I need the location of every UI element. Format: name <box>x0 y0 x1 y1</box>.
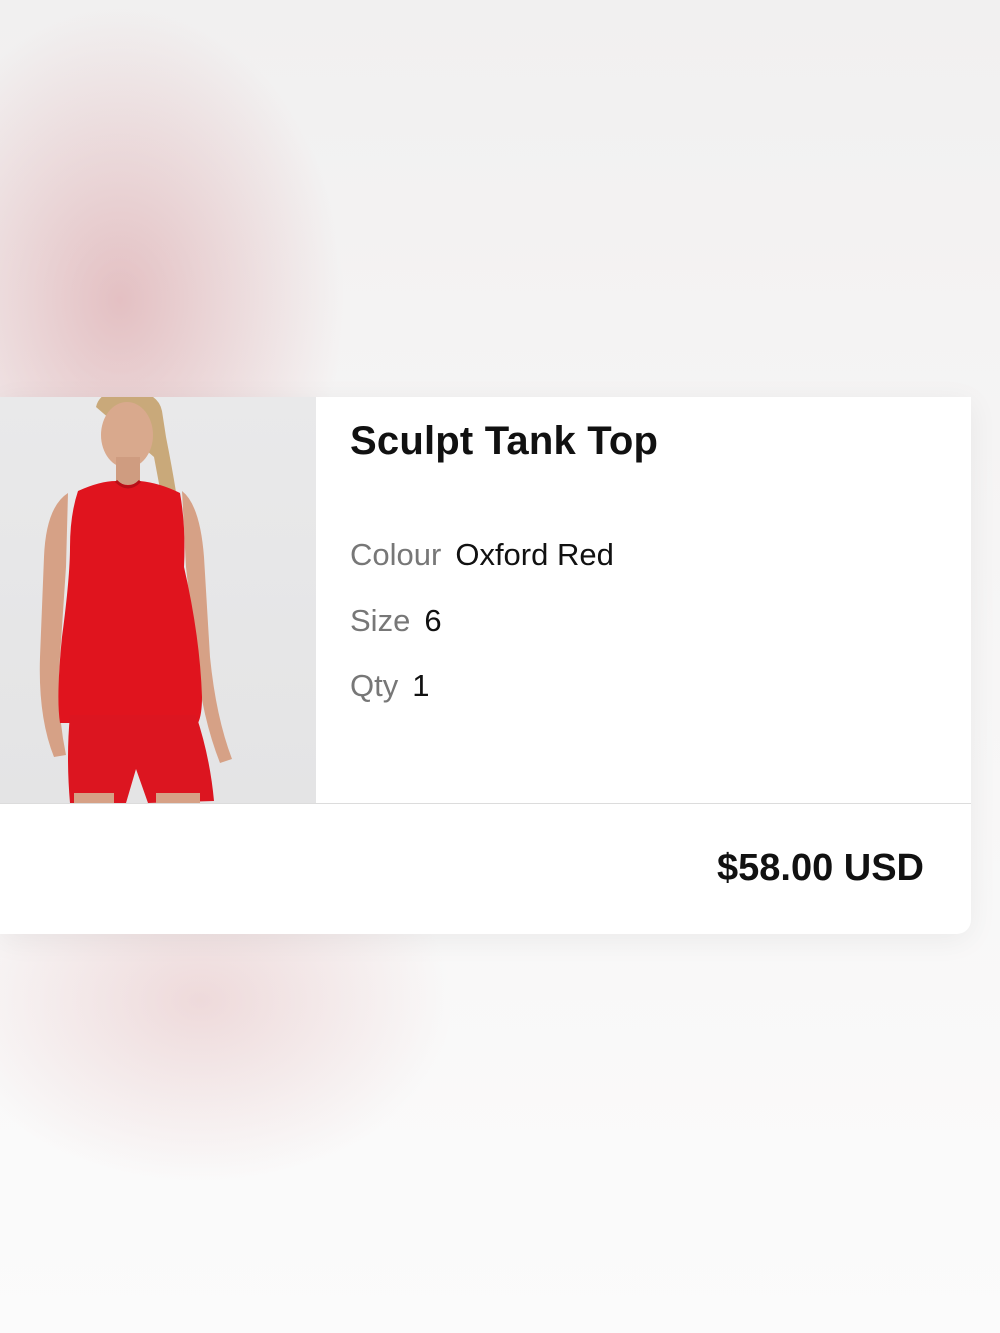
product-title[interactable]: Sculpt Tank Top <box>350 419 658 464</box>
qty-label: Qty <box>350 668 399 703</box>
colour-attribute: Colour Oxford Red <box>350 537 614 573</box>
product-photo <box>39 397 232 803</box>
item-price: $58.00 USD <box>716 847 924 889</box>
product-row: Sculpt Tank Top Colour Oxford Red Size 6 Q… <box>0 397 971 804</box>
qty-value: 1 <box>412 668 430 703</box>
product-image[interactable] <box>0 397 316 803</box>
order-item-card: Sculpt Tank Top Colour Oxford Red Size 6 Q… <box>0 397 971 934</box>
size-attribute: Size 6 <box>350 603 442 639</box>
size-value: 6 <box>424 603 442 638</box>
colour-label: Colour <box>350 537 442 572</box>
quantity-attribute: Qty 1 <box>350 668 429 704</box>
size-label: Size <box>350 603 411 638</box>
colour-value: Oxford Red <box>455 537 614 572</box>
